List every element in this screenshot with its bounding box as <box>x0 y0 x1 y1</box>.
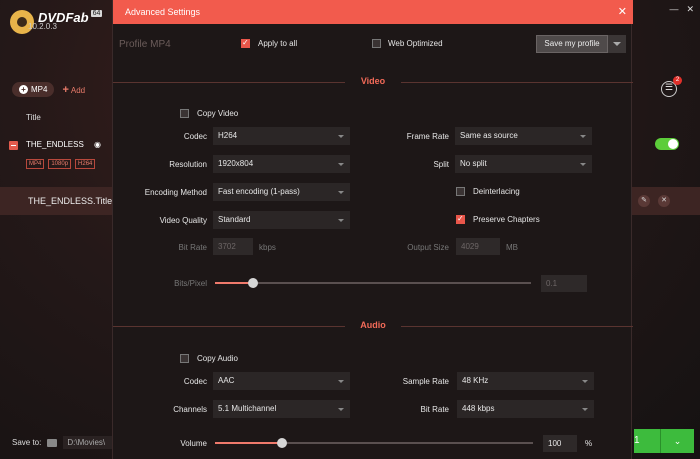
edit-icon[interactable]: ✎ <box>638 195 650 207</box>
window-controls: — ✕ <box>669 4 694 15</box>
title-row-actions: ✎ ✕ <box>638 195 670 207</box>
encoding-method-label: Encoding Method <box>144 188 207 197</box>
profile-label: Profile MP4 <box>119 39 171 50</box>
add-button-label: Add <box>70 85 86 95</box>
video-quality-select[interactable]: Standard <box>213 211 350 229</box>
plus-circle-icon: + <box>19 85 28 94</box>
minimize-icon[interactable]: — <box>669 4 678 15</box>
source-toolbar: + MP4 + Add <box>12 82 85 97</box>
plus-icon: + <box>62 83 69 96</box>
save-to-bar: Save to: D:\Movies\ <box>12 436 126 449</box>
audio-codec-select[interactable]: AAC <box>213 372 350 390</box>
video-quality-label: Video Quality <box>159 216 207 225</box>
web-optimized-checkbox[interactable] <box>372 39 381 48</box>
audio-bitrate-label: Bit Rate <box>420 405 449 414</box>
title-column-header: Title <box>26 113 41 122</box>
audio-section-header: Audio <box>113 320 633 332</box>
source-title: THE_ENDLESS <box>26 140 84 149</box>
dialog-title: Advanced Settings <box>125 7 201 17</box>
copy-audio-label: Copy Audio <box>197 354 238 363</box>
enable-toggle[interactable] <box>655 138 679 150</box>
resolution-select[interactable]: 1920x804 <box>213 155 350 173</box>
bits-pixel-slider-handle[interactable] <box>247 278 258 288</box>
channels-select[interactable]: 5.1 Multichannel <box>213 400 350 418</box>
channels-label: Channels <box>173 405 207 414</box>
save-profile-button[interactable]: Save my profile <box>536 35 608 53</box>
resolution-label: Resolution <box>169 160 207 169</box>
volume-slider-handle[interactable] <box>276 438 287 448</box>
bluray-disc-icon: ◉ <box>94 140 101 149</box>
folder-icon[interactable] <box>47 438 58 447</box>
volume-field[interactable]: 100 <box>543 435 577 452</box>
frame-rate-label: Frame Rate <box>406 132 449 141</box>
apply-to-all-label: Apply to all <box>258 39 298 48</box>
encoding-method-select[interactable]: Fast encoding (1-pass) <box>213 183 350 201</box>
close-window-icon[interactable]: ✕ <box>686 4 694 15</box>
codec-tag: H264 <box>75 159 96 169</box>
apply-to-all-checkbox[interactable] <box>241 38 250 48</box>
deinterlacing-label: Deinterlacing <box>473 187 520 196</box>
chevron-down-icon[interactable]: ⌄ <box>660 429 694 453</box>
video-bitrate-field[interactable]: 3702 <box>213 238 253 255</box>
web-optimized-label: Web Optimized <box>388 39 443 48</box>
start-count: 1 <box>634 435 640 446</box>
video-section-title: Video <box>360 76 386 86</box>
bits-pixel-field[interactable]: 0.1 <box>541 275 587 292</box>
output-size-field[interactable]: 4029 <box>456 238 500 255</box>
output-size-label: Output Size <box>407 243 449 252</box>
notification-badge: 2 <box>673 76 682 85</box>
copy-video-label: Copy Video <box>197 109 239 118</box>
frame-rate-select[interactable]: Same as source <box>455 127 592 145</box>
video-bitrate-unit: kbps <box>259 243 276 252</box>
add-button[interactable]: + Add <box>62 84 85 96</box>
title-row-label: THE_ENDLESS.Title1 <box>28 196 118 206</box>
video-bitrate-label: Bit Rate <box>178 243 207 252</box>
sample-rate-select[interactable]: 48 KHz <box>457 372 594 390</box>
volume-label: Volume <box>180 439 207 448</box>
profile-button[interactable]: + MP4 <box>12 82 55 97</box>
volume-unit: % <box>585 439 593 448</box>
video-codec-select[interactable]: H264 <box>213 127 350 145</box>
app-version: 10.2.0.3 <box>28 22 57 31</box>
bits-pixel-slider[interactable] <box>215 282 531 284</box>
split-select[interactable]: No split <box>455 155 592 173</box>
volume-slider[interactable] <box>215 442 533 444</box>
preserve-chapters-checkbox[interactable] <box>456 214 465 224</box>
audio-bitrate-select[interactable]: 448 kbps <box>457 400 594 418</box>
remove-icon[interactable]: ✕ <box>658 195 670 207</box>
copy-video-checkbox[interactable] <box>180 109 189 118</box>
video-section-header: Video <box>113 76 633 88</box>
advanced-settings-dialog: Advanced Settings ✕ Profile MP4 Apply to… <box>112 0 633 459</box>
output-size-unit: MB <box>506 243 518 252</box>
close-icon[interactable]: ✕ <box>618 5 627 18</box>
resolution-tag: 1080p <box>48 159 72 169</box>
volume-slider-fill <box>215 442 282 444</box>
collapse-checkbox[interactable] <box>9 141 18 150</box>
save-to-label: Save to: <box>12 438 42 447</box>
deinterlacing-checkbox[interactable] <box>456 187 465 196</box>
dialog-titlebar: Advanced Settings ✕ <box>113 0 633 24</box>
save-profile-dropdown[interactable] <box>608 35 626 53</box>
audio-codec-label: Codec <box>183 377 207 386</box>
audio-section-title: Audio <box>360 320 386 330</box>
bits-pixel-label: Bits/Pixel <box>174 279 207 288</box>
format-tag: MP4 <box>26 159 45 169</box>
preserve-chapters-label: Preserve Chapters <box>473 215 540 224</box>
split-label: Split <box>433 160 449 169</box>
logo-badge: 64 <box>90 10 103 17</box>
source-row[interactable]: THE_ENDLESS ◉ MP4 1080p H264 <box>0 131 112 181</box>
video-codec-label: Codec <box>183 132 207 141</box>
sample-rate-label: Sample Rate <box>402 377 449 386</box>
start-button[interactable]: 1 ⌄ <box>634 429 694 453</box>
profile-button-label: MP4 <box>31 85 48 94</box>
format-tags: MP4 1080p H264 <box>26 159 96 169</box>
copy-audio-checkbox[interactable] <box>180 354 189 363</box>
